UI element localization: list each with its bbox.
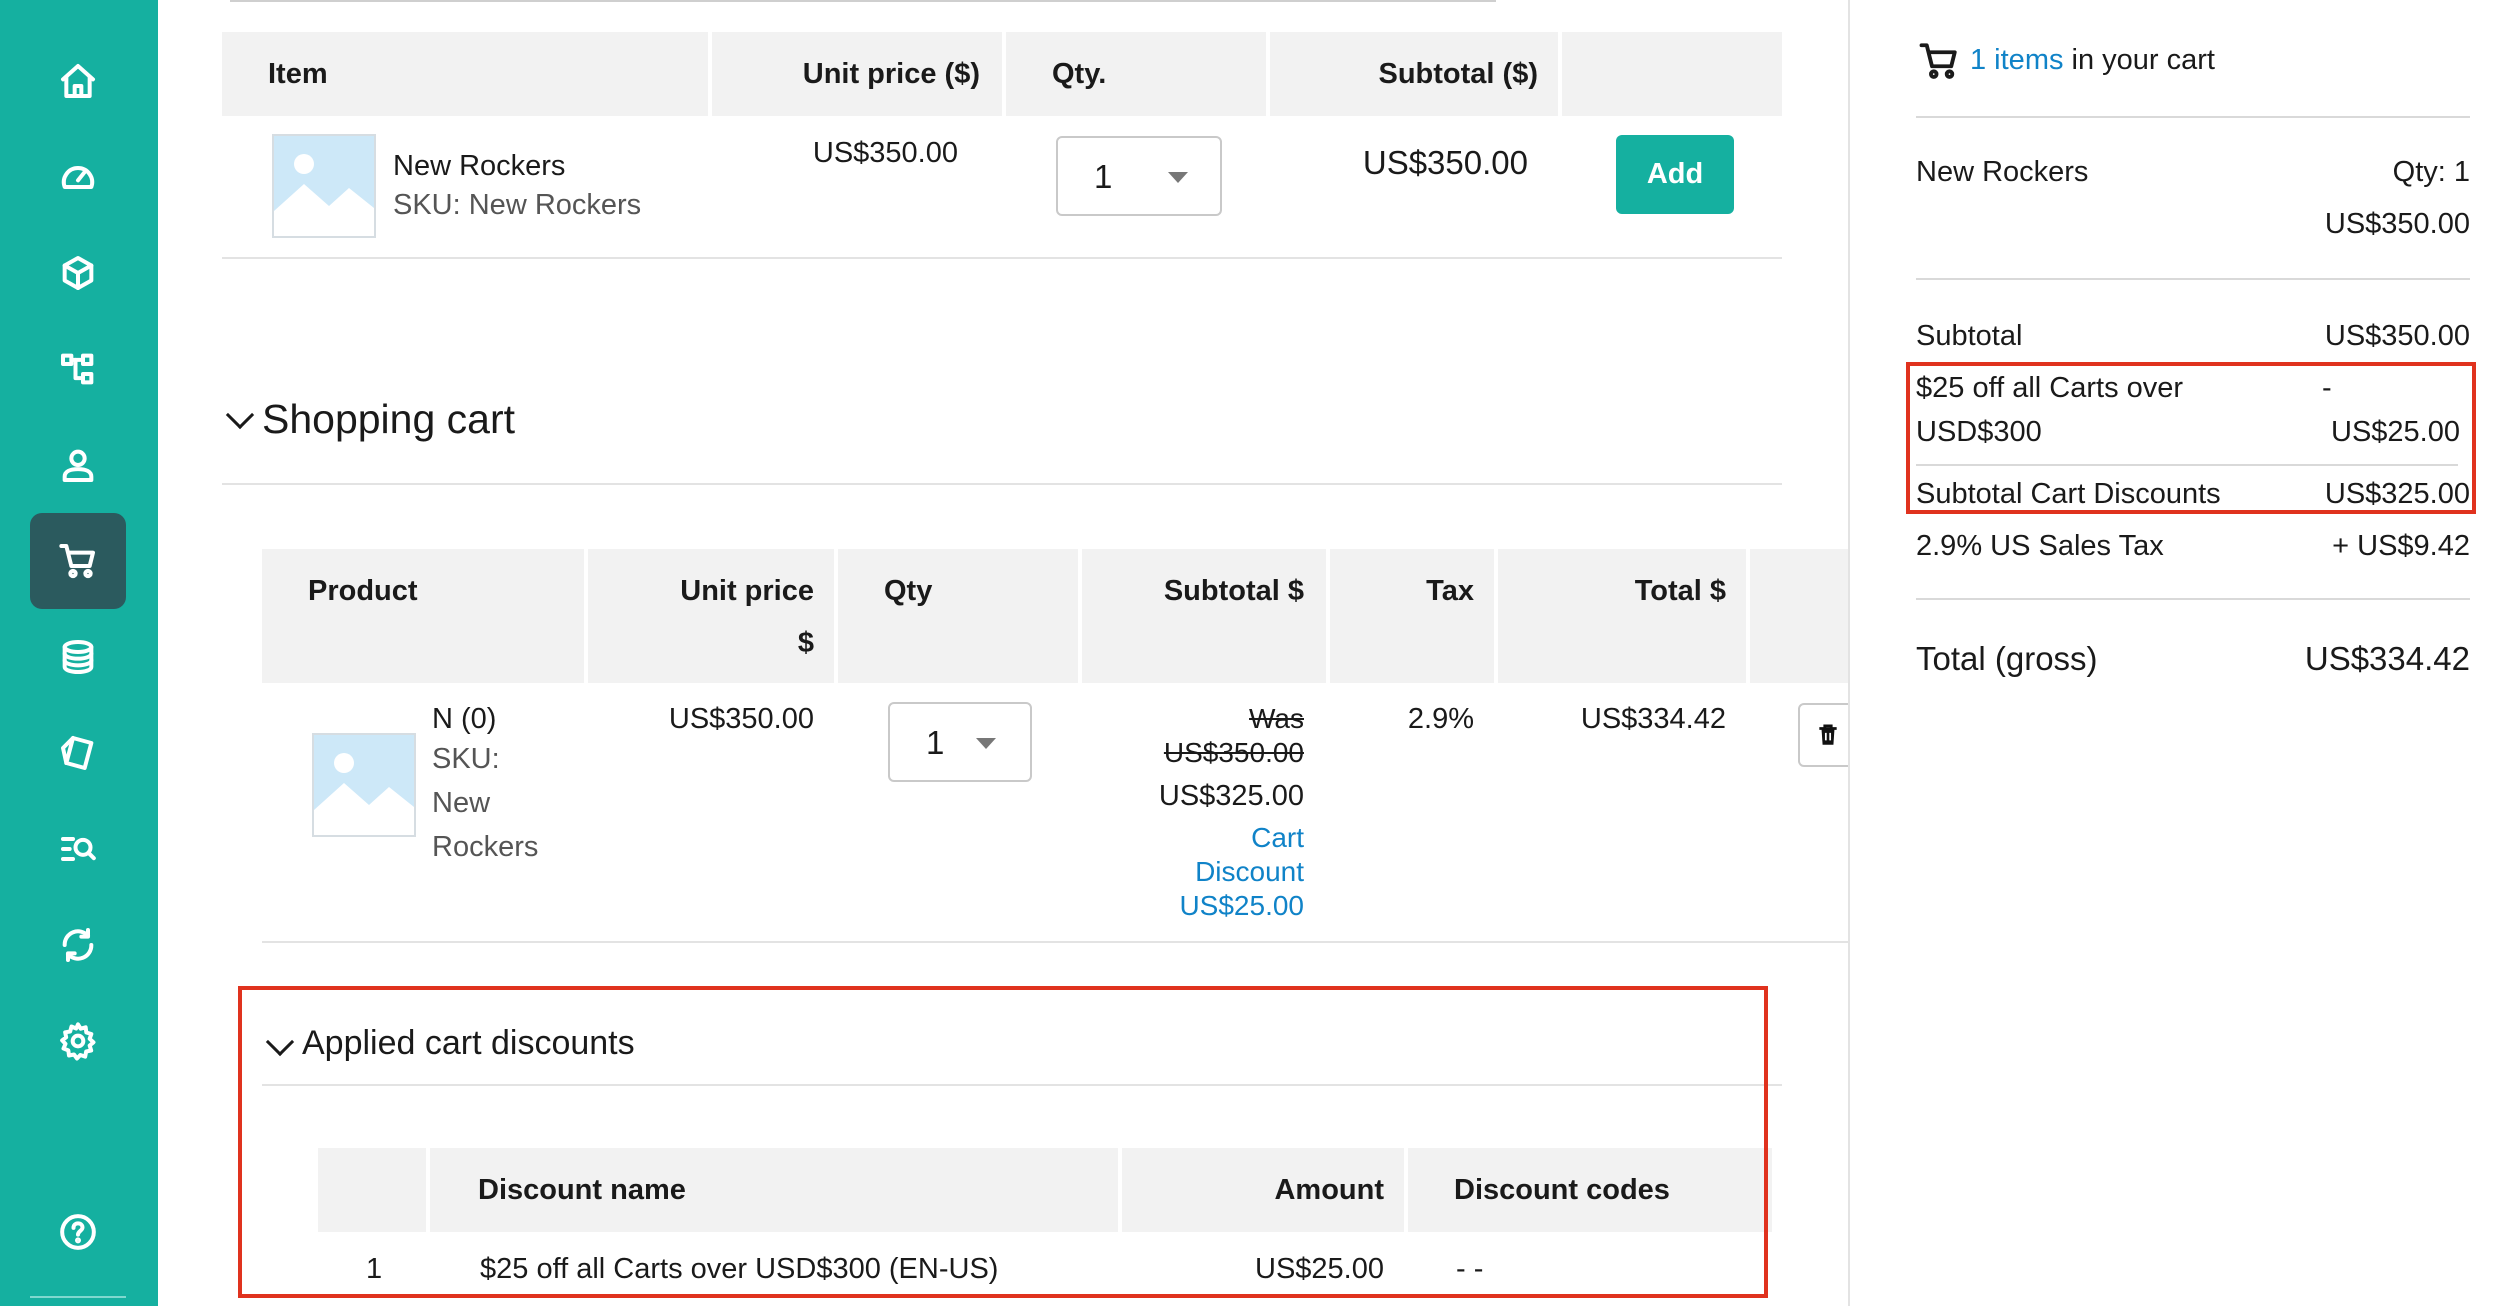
header-subtotal: Subtotal $ (1163, 575, 1304, 607)
cart-total: US$334.42 (1580, 703, 1726, 735)
cart-qty-value: 1 (926, 724, 945, 761)
divider (222, 483, 1782, 485)
was-value: US$350.00 (1163, 737, 1304, 768)
discounts-icon[interactable] (30, 705, 126, 801)
add-button[interactable]: Add (1616, 135, 1734, 214)
divider (1916, 116, 2470, 118)
divider (1916, 278, 2470, 280)
was-label: Was (1249, 703, 1304, 734)
cart-product-sku-line: Rockers (432, 831, 539, 863)
header-item: Item (268, 58, 328, 90)
search-icon[interactable] (30, 801, 126, 897)
dashboard-icon[interactable] (30, 129, 126, 225)
settings-icon[interactable] (30, 993, 126, 1089)
header-unit-price: Unit price ($) (802, 58, 980, 90)
cart-items-link[interactable]: 1 items (1970, 44, 2063, 76)
products-icon[interactable] (30, 225, 126, 321)
cart-discount-amount[interactable]: US$25.00 (1082, 890, 1304, 922)
chevron-down-icon[interactable] (225, 400, 255, 430)
sidebar-divider (30, 1296, 126, 1298)
divider (222, 257, 1782, 259)
divider (262, 941, 1848, 943)
cart-product-sku-line: SKU: (432, 743, 500, 775)
highlight-box (1906, 362, 2476, 514)
divider (1916, 598, 2470, 600)
add-products-table-header: Item Unit price ($) Qty. Subtotal ($) (222, 32, 1782, 116)
cart-discount-link[interactable]: Cart (1082, 822, 1304, 854)
cart-subtotal: US$325.00 (1158, 780, 1304, 812)
home-icon[interactable] (30, 33, 126, 129)
trash-icon (1819, 724, 1837, 745)
header-qty: Qty. (1052, 58, 1107, 90)
operations-icon[interactable] (30, 897, 126, 993)
shopping-cart-title[interactable]: Shopping cart (262, 396, 515, 443)
header-tax: Tax (1426, 575, 1474, 607)
main-content: Item Unit price ($) Qty. Subtotal ($) Ne… (158, 0, 1858, 1306)
header-unit-price-currency: $ (797, 627, 814, 659)
product-image-placeholder (272, 134, 376, 238)
header-qty: Qty (884, 575, 933, 607)
cart-icon (1919, 43, 1957, 79)
header-unit-price: Unit price (680, 575, 814, 607)
summary-subtotal-value: US$350.00 (2324, 320, 2470, 352)
chevron-down-icon (976, 738, 996, 749)
add-qty-value: 1 (1094, 158, 1113, 195)
summary-total-value: US$334.42 (2304, 640, 2470, 677)
help-icon[interactable] (30, 1184, 126, 1280)
cart-items-suffix: in your cart (2071, 44, 2215, 76)
product-name: New Rockers (393, 150, 566, 182)
header-total: Total $ (1634, 575, 1726, 607)
product-subtotal: US$350.00 (1362, 144, 1528, 181)
cart-product-sku-line: New (432, 787, 491, 819)
cart-unit-price: US$350.00 (668, 703, 814, 735)
summary-item-price: US$350.00 (2324, 208, 2470, 240)
summary-item-qty: Qty: 1 (2392, 156, 2470, 188)
cart-discount-link[interactable]: Discount (1082, 856, 1304, 888)
chevron-down-icon (1168, 172, 1188, 183)
sidebar (0, 0, 158, 1306)
top-divider (230, 0, 1496, 2)
summary-tax-value: + US$9.42 (2332, 530, 2470, 562)
product-image-placeholder (312, 733, 416, 837)
cart-qty-select[interactable]: 1 (888, 702, 1032, 782)
categories-icon[interactable] (30, 321, 126, 417)
cart-product-name: N (0) (432, 703, 497, 735)
product-unit-price: US$350.00 (812, 137, 958, 169)
product-sku: SKU: New Rockers (393, 189, 642, 221)
header-product: Product (308, 575, 418, 607)
orders-icon[interactable] (30, 609, 126, 705)
shopping-cart-table-header: Product Unit price $ Qty Subtotal $ Tax … (262, 549, 1848, 683)
header-subtotal: Subtotal ($) (1378, 58, 1539, 90)
customers-icon[interactable] (30, 417, 126, 513)
cart-summary-panel: 1 items in your cart New Rockers Qty: 1 … (1848, 0, 2510, 1306)
add-qty-select[interactable]: 1 (1056, 136, 1222, 216)
highlight-box (238, 986, 1768, 1298)
cart-tax: 2.9% (1407, 703, 1474, 735)
cart-icon[interactable] (30, 513, 126, 609)
